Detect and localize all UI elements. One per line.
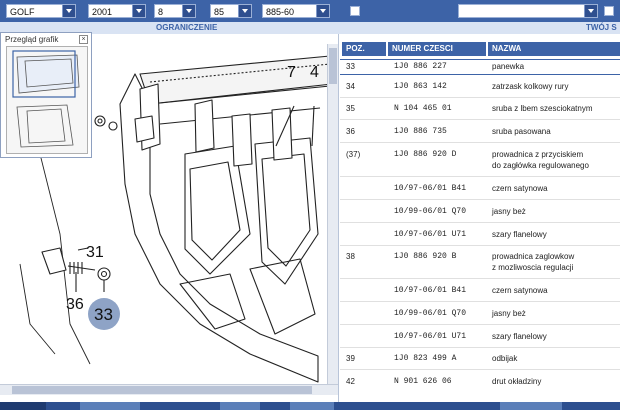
field3-value: 8 — [158, 7, 164, 17]
col-header-pos[interactable]: POZ. — [342, 42, 386, 56]
chevron-down-icon[interactable] — [132, 5, 145, 17]
preview-title: Przegląd grafik — [5, 35, 59, 44]
field3-select[interactable]: 8 — [154, 4, 196, 18]
col-header-part-number[interactable]: NUMER CZESCI — [388, 42, 486, 56]
callout-33[interactable]: 33 — [94, 305, 113, 324]
field4-select[interactable]: 85 — [210, 4, 252, 18]
restriction-label: OGRANICZENIE — [156, 23, 218, 32]
parts-table: POZ. NUMER CZESCI NAZWA 33 1J0 886 227 p… — [340, 40, 620, 390]
close-icon[interactable]: × — [79, 35, 88, 44]
year-value: 2001 — [92, 7, 113, 17]
chevron-down-icon[interactable] — [316, 5, 329, 17]
callout-4[interactable]: 4 — [310, 64, 319, 81]
footer-tab[interactable] — [290, 402, 334, 410]
sub-bar: OGRANICZENIE TWÓJ S — [0, 22, 620, 34]
chevron-down-icon[interactable] — [584, 5, 597, 17]
filter-bar: GOLF 2001 8 85 885-60 — [0, 0, 620, 22]
preview-thumbnail[interactable] — [6, 46, 88, 154]
checkbox-right[interactable] — [604, 6, 614, 16]
checkbox[interactable] — [350, 6, 360, 16]
scroll-thumb[interactable] — [329, 48, 337, 84]
your-label: TWÓJ S — [586, 23, 617, 32]
chevron-down-icon[interactable] — [238, 5, 251, 17]
field4-value: 85 — [214, 7, 225, 17]
search-select[interactable] — [458, 4, 598, 18]
footer-tab[interactable] — [220, 402, 260, 410]
field5-select[interactable]: 885-60 — [262, 4, 330, 18]
model-select[interactable]: GOLF — [6, 4, 76, 18]
callout-7[interactable]: 7 — [287, 64, 296, 81]
drawing-horizontal-scrollbar[interactable] — [0, 384, 338, 395]
drawing-vertical-scrollbar[interactable] — [327, 44, 338, 384]
chevron-down-icon[interactable] — [182, 5, 195, 17]
table-row[interactable]: 33 1J0 886 227 panewka — [340, 59, 620, 75]
footer-tab[interactable] — [500, 402, 562, 410]
scroll-thumb[interactable] — [12, 386, 312, 394]
footer-tab[interactable] — [80, 402, 140, 410]
model-value: GOLF — [10, 7, 35, 17]
year-select[interactable]: 2001 — [88, 4, 146, 18]
callout-31[interactable]: 31 — [86, 244, 104, 261]
field5-value: 885-60 — [266, 7, 295, 17]
footer-tab[interactable] — [0, 402, 46, 410]
chevron-down-icon[interactable] — [62, 5, 75, 17]
thumbnail-drawing — [12, 50, 80, 148]
bottom-toolbar — [0, 402, 620, 410]
callout-36[interactable]: 36 — [66, 296, 84, 313]
col-header-name[interactable]: NAZWA — [488, 42, 620, 56]
graphics-preview-panel[interactable]: Przegląd grafik × — [0, 32, 92, 158]
